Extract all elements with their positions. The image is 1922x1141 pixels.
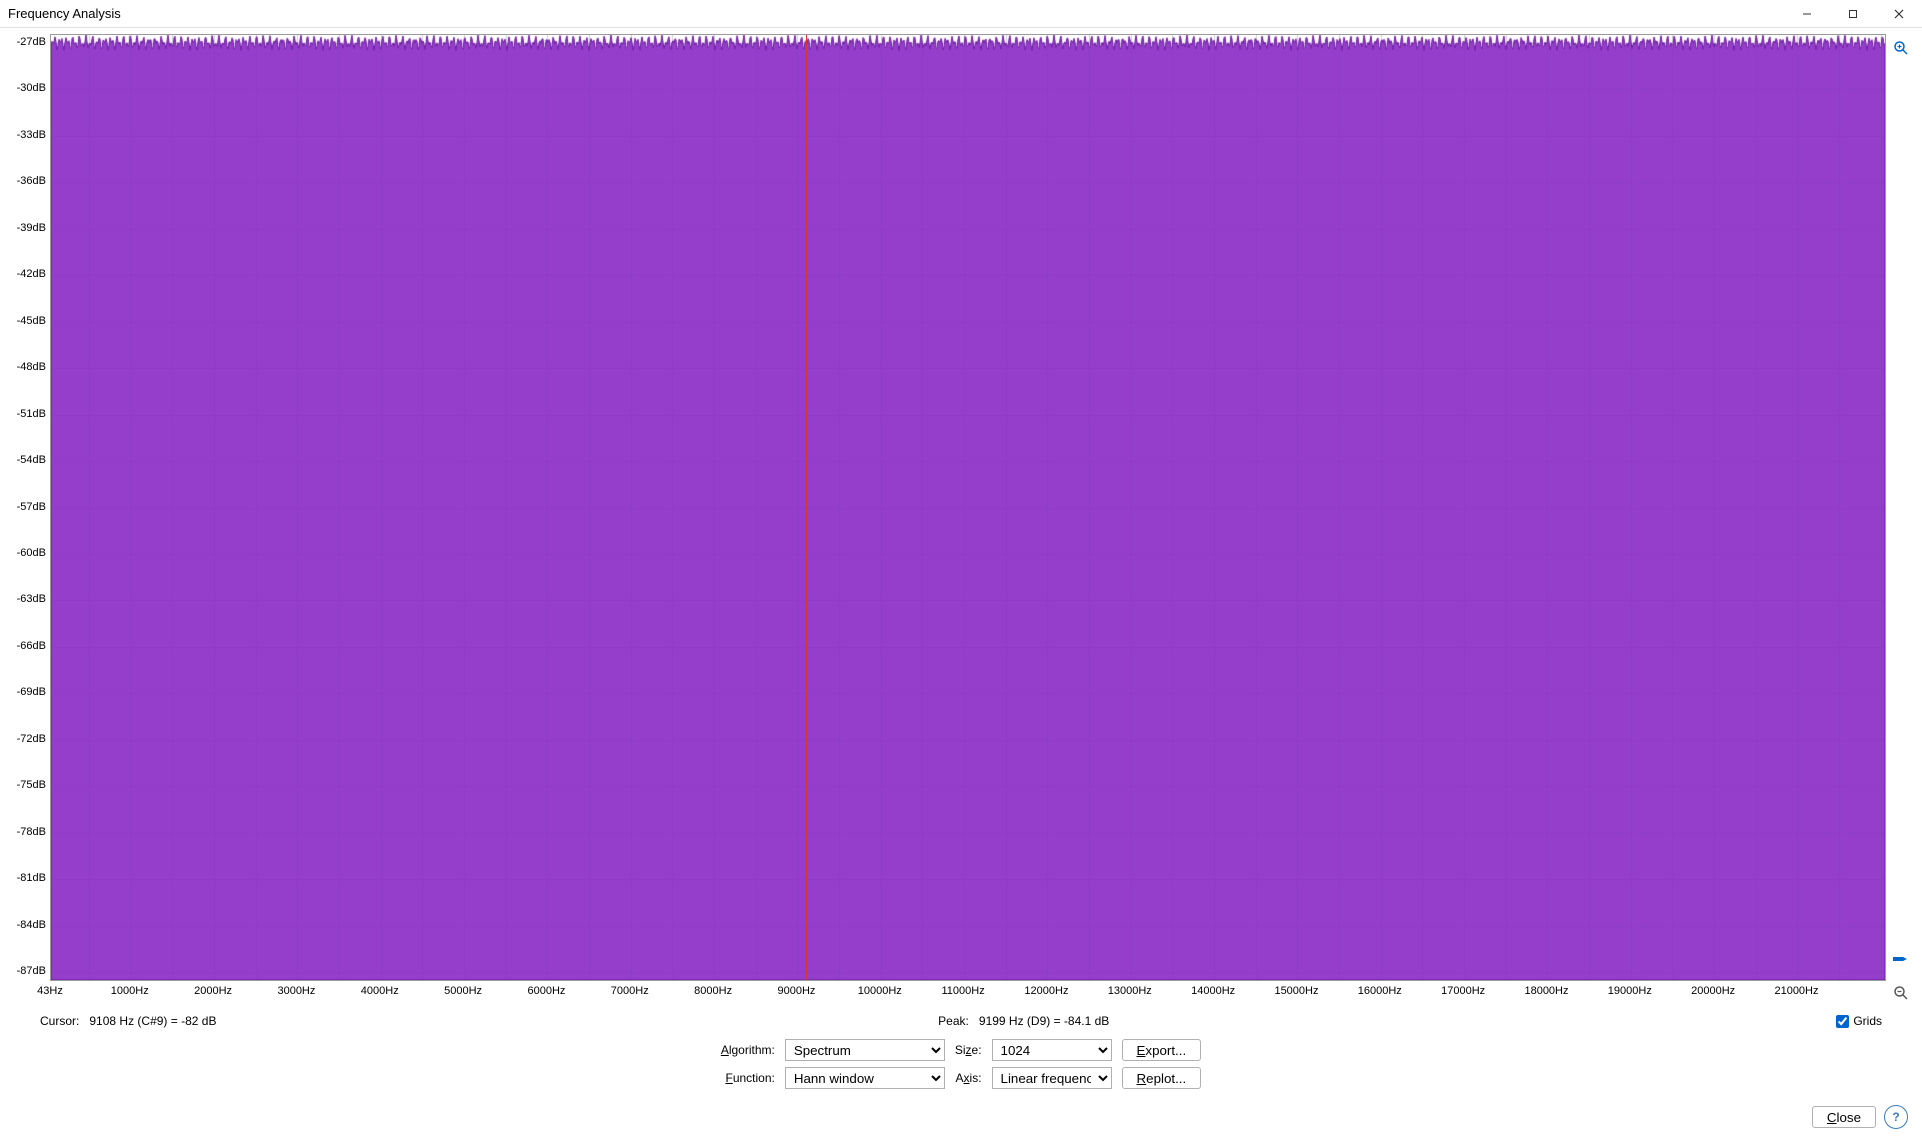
status-row: Cursor: 9108 Hz (C#9) = -82 dB Peak: 919… — [0, 1007, 1922, 1033]
window-root: Frequency Analysis -27dB-30dB-33dB-36dB-… — [0, 0, 1922, 1141]
x-tick: 18000Hz — [1524, 985, 1568, 997]
plot-area: -27dB -30dB -33dB -36dB -39dB -42dB -45dB -48dB… — [6, 34, 1886, 1007]
x-tick: 6000Hz — [527, 985, 565, 997]
close-icon — [1894, 9, 1904, 19]
x-tick: 5000Hz — [444, 985, 482, 997]
algorithm-select[interactable]: Spectrum — [785, 1039, 945, 1061]
y-tick: -51dB — [17, 408, 46, 420]
window-title: Frequency Analysis — [8, 6, 121, 21]
x-tick: 3000Hz — [277, 985, 315, 997]
x-tick: 14000Hz — [1191, 985, 1235, 997]
data-canvas — [51, 35, 1885, 980]
cursor-line — [806, 35, 807, 980]
x-tick: 16000Hz — [1358, 985, 1402, 997]
grids-control[interactable]: Grids — [1836, 1014, 1882, 1028]
spectrum-chart[interactable] — [50, 34, 1886, 981]
x-tick: 10000Hz — [858, 985, 902, 997]
help-icon: ? — [1892, 1110, 1899, 1124]
maximize-icon — [1848, 9, 1858, 19]
y-tick: -42dB — [17, 268, 46, 280]
x-tick: 12000Hz — [1024, 985, 1068, 997]
function-select[interactable]: Hann window — [785, 1067, 945, 1089]
zoom-in-button[interactable] — [1891, 38, 1911, 58]
grids-label: Grids — [1853, 1014, 1882, 1028]
y-tick: -63dB — [17, 593, 46, 605]
maximize-button[interactable] — [1830, 0, 1876, 28]
y-tick: -60dB — [17, 547, 46, 559]
x-tick: 9000Hz — [777, 985, 815, 997]
function-label: Function: — [721, 1071, 775, 1085]
minimize-icon — [1802, 9, 1812, 19]
help-button[interactable]: ? — [1884, 1105, 1908, 1129]
cursor-label: Cursor: — [40, 1014, 79, 1028]
y-tick: -75dB — [17, 779, 46, 791]
x-tick: 43Hz — [37, 985, 63, 997]
x-tick: 20000Hz — [1691, 985, 1735, 997]
y-tick: -72dB — [17, 733, 46, 745]
titlebar: Frequency Analysis — [0, 0, 1922, 28]
grids-checkbox[interactable] — [1836, 1015, 1849, 1028]
x-tick: 13000Hz — [1108, 985, 1152, 997]
main-area: -27dB -30dB -33dB -36dB -39dB -42dB -45dB -48dB… — [0, 28, 1922, 1007]
y-tick: -33dB — [17, 129, 46, 141]
x-tick: 7000Hz — [611, 985, 649, 997]
y-tick: -54dB — [17, 454, 46, 466]
minimize-button[interactable] — [1784, 0, 1830, 28]
plot-wrap: -27dB -30dB -33dB -36dB -39dB -42dB -45dB -48dB… — [6, 34, 1886, 1007]
pin-icon — [1891, 951, 1907, 967]
bottom-row: Close ? — [0, 1095, 1922, 1141]
size-label: Size: — [955, 1043, 982, 1057]
x-axis: 43Hz1000Hz2000Hz3000Hz4000Hz5000Hz6000Hz… — [50, 981, 1886, 1007]
y-tick: -66dB — [17, 640, 46, 652]
y-tick: -84dB — [17, 919, 46, 931]
y-tick: -69dB — [17, 686, 46, 698]
y-tick: -30dB — [17, 82, 46, 94]
export-button[interactable]: Export... — [1122, 1039, 1202, 1061]
cursor-status: Cursor: 9108 Hz (C#9) = -82 dB — [40, 1014, 938, 1028]
y-tick: -87dB — [17, 965, 46, 977]
replot-button[interactable]: Replot... — [1122, 1067, 1202, 1089]
x-tick: 21000Hz — [1774, 985, 1818, 997]
close-window-button[interactable] — [1876, 0, 1922, 28]
y-tick: -57dB — [17, 501, 46, 513]
y-tick: -81dB — [17, 872, 46, 884]
y-tick: -39dB — [17, 222, 46, 234]
peak-status: Peak: 9199 Hz (D9) = -84.1 dB — [938, 1014, 1836, 1028]
axis-label: Axis: — [955, 1071, 982, 1085]
pin-button[interactable] — [1891, 951, 1911, 971]
cursor-value: 9108 Hz (C#9) = -82 dB — [89, 1014, 216, 1028]
size-select[interactable]: 1024 — [992, 1039, 1112, 1061]
peak-label: Peak: — [938, 1014, 969, 1028]
axis-select[interactable]: Linear frequency — [992, 1067, 1112, 1089]
y-tick: -27dB — [17, 36, 46, 48]
zoom-in-icon — [1893, 40, 1909, 56]
y-tick: -48dB — [17, 361, 46, 373]
window-controls — [1784, 0, 1922, 28]
zoom-column — [1886, 34, 1916, 1007]
x-tick: 17000Hz — [1441, 985, 1485, 997]
close-button[interactable]: Close — [1812, 1106, 1876, 1128]
x-tick: 19000Hz — [1608, 985, 1652, 997]
y-tick: -78dB — [17, 826, 46, 838]
controls-panel: AAlgorithm:lgorithm: Spectrum Size: 1024… — [0, 1033, 1922, 1095]
y-tick: -45dB — [17, 315, 46, 327]
y-axis: -27dB -30dB -33dB -36dB -39dB -42dB -45dB -48dB… — [6, 34, 50, 981]
x-tick: 15000Hz — [1274, 985, 1318, 997]
zoom-out-button[interactable] — [1891, 983, 1911, 1003]
y-tick: -36dB — [17, 175, 46, 187]
x-tick: 1000Hz — [111, 985, 149, 997]
algorithm-label: AAlgorithm:lgorithm: — [721, 1043, 775, 1057]
x-tick: 2000Hz — [194, 985, 232, 997]
zoom-out-icon — [1893, 985, 1909, 1001]
x-tick: 11000Hz — [942, 985, 985, 997]
peak-value: 9199 Hz (D9) = -84.1 dB — [979, 1014, 1109, 1028]
x-tick: 4000Hz — [361, 985, 399, 997]
x-tick: 8000Hz — [694, 985, 732, 997]
